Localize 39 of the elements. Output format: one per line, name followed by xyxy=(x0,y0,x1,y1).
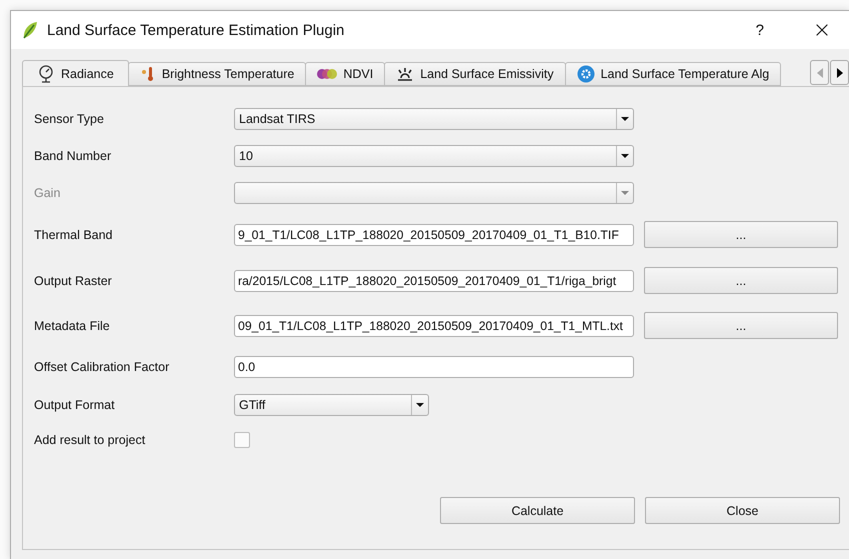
field-label: Band Number xyxy=(34,148,112,162)
thermometer-icon xyxy=(140,66,156,82)
close-button[interactable]: Close xyxy=(645,497,840,524)
path-field[interactable]: ra/2015/LC08_L1TP_188020_20150509_20170409_01_T1/riga_brigt xyxy=(234,270,634,292)
emission-icon xyxy=(396,67,414,81)
dropdown[interactable]: 10 xyxy=(234,144,634,166)
tab[interactable]: NDVI xyxy=(305,62,386,86)
gauge-icon xyxy=(37,64,55,82)
field-label: Output Format xyxy=(34,398,116,412)
field-label: Add result to project xyxy=(34,433,146,447)
calculate-button[interactable]: Calculate xyxy=(440,497,635,524)
left-arrow-icon xyxy=(816,68,824,78)
input-field[interactable]: 0.0 xyxy=(234,356,634,378)
dropdown[interactable]: GTiff xyxy=(234,394,429,416)
field-label: Output Raster xyxy=(34,274,113,288)
colored-circles-icon xyxy=(317,68,338,80)
field-label: Metadata File xyxy=(34,318,111,332)
gear-icon xyxy=(576,65,595,83)
field-label: Gain xyxy=(34,186,62,200)
path-field[interactable]: 09_01_T1/LC08_L1TP_188020_20150509_20170409_01_T1_MTL.txt xyxy=(234,314,634,336)
window-title: Land Surface Temperature Estimation Plugin xyxy=(47,22,346,38)
right-arrow-icon xyxy=(836,68,844,78)
path-field[interactable]: 9_01_T1/LC08_L1TP_188020_20150509_20170409_01_T1_B10.TIF xyxy=(234,224,634,246)
leaf-icon xyxy=(21,20,39,40)
browse-button[interactable]: ... xyxy=(644,312,838,339)
field-label: Offset Calibration Factor xyxy=(34,360,170,374)
browse-button[interactable]: ... xyxy=(644,221,838,248)
field-label: Sensor Type xyxy=(34,112,105,126)
checkbox[interactable] xyxy=(234,432,250,448)
dropdown[interactable] xyxy=(234,182,634,204)
tab[interactable]: Brightness Temperature xyxy=(128,62,306,86)
help-button[interactable]: ? xyxy=(756,22,764,38)
tab[interactable]: Land Surface Emissivity xyxy=(384,62,566,86)
dropdown[interactable]: Landsat TIRS xyxy=(234,108,634,130)
field-label: Thermal Band xyxy=(34,228,114,242)
tab[interactable]: Land Surface Temperature Alg xyxy=(564,62,782,86)
tab[interactable]: Radiance xyxy=(22,60,129,86)
browse-button[interactable]: ... xyxy=(644,267,838,294)
scroll-right-button[interactable] xyxy=(830,60,849,85)
